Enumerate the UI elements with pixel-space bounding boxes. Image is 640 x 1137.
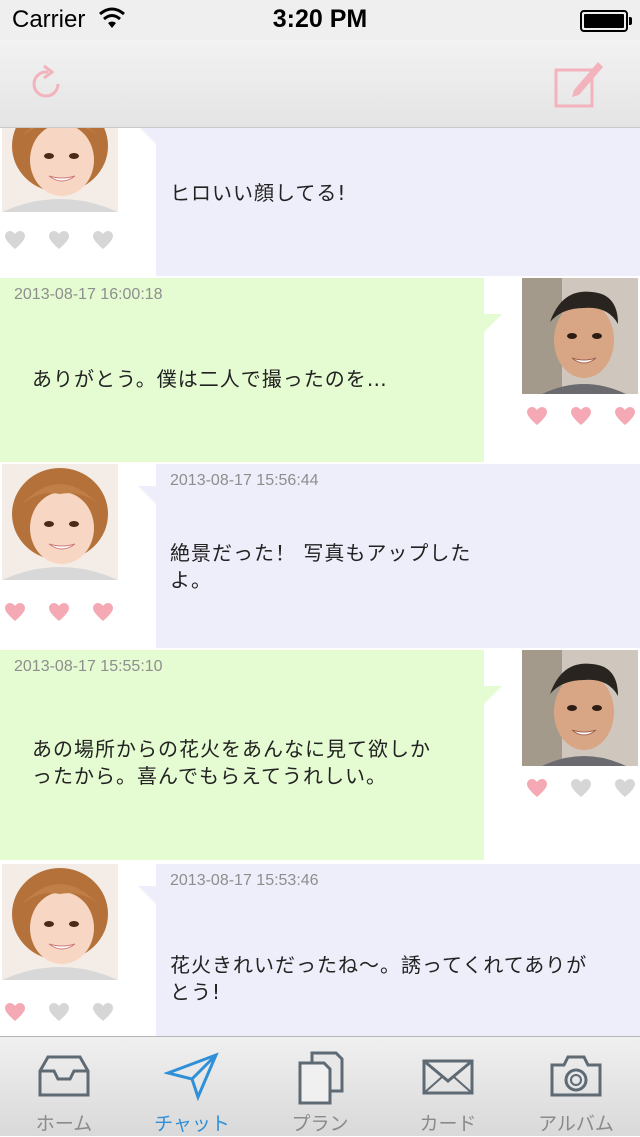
paper-plane-icon xyxy=(164,1052,219,1101)
message-text: ありがとう。僕は二人で撮ったのを… xyxy=(32,367,388,391)
tab-chat[interactable]: チャット xyxy=(128,1037,256,1137)
heart-icon[interactable] xyxy=(4,230,26,250)
message-text: あの場所からの花火をあんなに見て欲しかったから。喜んでもらえてうれしい。 xyxy=(32,737,431,788)
like-hearts xyxy=(4,602,144,632)
message-row: 2013-08-17 15:55:10 あの場所からの花火をあんなに見て欲しかっ… xyxy=(0,650,640,860)
message-timestamp: 2013-08-17 15:53:46 xyxy=(170,872,319,889)
heart-icon[interactable] xyxy=(570,778,592,798)
inbox-icon xyxy=(38,1055,90,1097)
clock-time: 3:20 PM xyxy=(272,5,368,33)
tab-label: カード xyxy=(419,1113,477,1135)
tab-plan[interactable]: プラン xyxy=(256,1037,384,1137)
message-timestamp: 2013-08-17 16:00:18 xyxy=(14,286,163,303)
documents-icon xyxy=(298,1051,344,1105)
like-hearts xyxy=(4,1002,144,1032)
heart-icon[interactable] xyxy=(48,602,70,622)
avatar-female[interactable] xyxy=(2,464,118,580)
message-text: 絶景だった！ 写真もアップしたよ。 xyxy=(170,541,472,592)
tab-home[interactable]: ホーム xyxy=(0,1037,128,1137)
heart-icon[interactable] xyxy=(92,602,114,622)
message-row: ヒロいい顔してる! xyxy=(0,128,640,276)
message-text: ヒロいい顔してる! xyxy=(170,181,347,205)
heart-icon[interactable] xyxy=(4,602,26,622)
message-bubble[interactable]: 2013-08-17 16:00:18 ありがとう。僕は二人で撮ったのを… xyxy=(0,278,502,462)
heart-icon[interactable] xyxy=(92,230,114,250)
heart-icon[interactable] xyxy=(4,1002,26,1022)
heart-icon[interactable] xyxy=(614,778,636,798)
heart-icon[interactable] xyxy=(92,1002,114,1022)
heart-icon[interactable] xyxy=(526,406,548,426)
heart-icon[interactable] xyxy=(570,406,592,426)
message-timestamp: 2013-08-17 15:56:44 xyxy=(170,472,319,489)
like-hearts xyxy=(526,406,640,436)
avatar-female[interactable] xyxy=(2,128,118,212)
message-text: 花火きれいだったね〜。誘ってくれてありがとう! xyxy=(170,953,588,1004)
tab-album[interactable]: アルバム xyxy=(512,1037,640,1137)
tab-bar: ホーム チャット プラン カード アルバム xyxy=(0,1036,640,1136)
heart-icon[interactable] xyxy=(526,778,548,798)
message-row: 2013-08-17 15:53:46 花火きれいだったね〜。誘ってくれてありが… xyxy=(0,864,640,1036)
chat-feed[interactable]: ヒロいい顔してる! 2013-08-17 16:00:18 ありがとう。僕は二人… xyxy=(0,128,640,1036)
tab-label: アルバム xyxy=(538,1113,614,1135)
message-bubble[interactable]: 2013-08-17 15:56:44 絶景だった！ 写真もアップしたよ。 xyxy=(138,464,640,648)
nav-bar xyxy=(0,40,640,128)
tab-card[interactable]: カード xyxy=(384,1037,512,1137)
tab-label: ホーム xyxy=(35,1113,93,1135)
like-hearts xyxy=(526,778,640,808)
compose-icon[interactable] xyxy=(550,56,606,112)
camera-icon xyxy=(550,1055,602,1097)
battery-icon xyxy=(580,10,632,32)
message-bubble[interactable]: 2013-08-17 15:53:46 花火きれいだったね〜。誘ってくれてありが… xyxy=(138,864,640,1036)
status-bar: Carrier 3:20 PM xyxy=(0,0,640,40)
message-bubble[interactable]: 2013-08-17 15:55:10 あの場所からの花火をあんなに見て欲しかっ… xyxy=(0,650,502,860)
like-hearts xyxy=(4,230,144,260)
message-bubble[interactable]: ヒロいい顔してる! xyxy=(138,128,640,276)
message-row: 2013-08-17 15:56:44 絶景だった！ 写真もアップしたよ。 xyxy=(0,464,640,648)
heart-icon[interactable] xyxy=(48,1002,70,1022)
avatar-male[interactable] xyxy=(522,278,638,394)
heart-icon[interactable] xyxy=(614,406,636,426)
message-row: 2013-08-17 16:00:18 ありがとう。僕は二人で撮ったのを… xyxy=(0,278,640,462)
tab-label: チャット xyxy=(154,1113,230,1135)
tab-label: プラン xyxy=(291,1113,349,1135)
refresh-icon[interactable] xyxy=(24,62,68,106)
envelope-icon xyxy=(422,1059,474,1095)
message-timestamp: 2013-08-17 15:55:10 xyxy=(14,658,163,675)
avatar-male[interactable] xyxy=(522,650,638,766)
avatar-female[interactable] xyxy=(2,864,118,980)
heart-icon[interactable] xyxy=(48,230,70,250)
